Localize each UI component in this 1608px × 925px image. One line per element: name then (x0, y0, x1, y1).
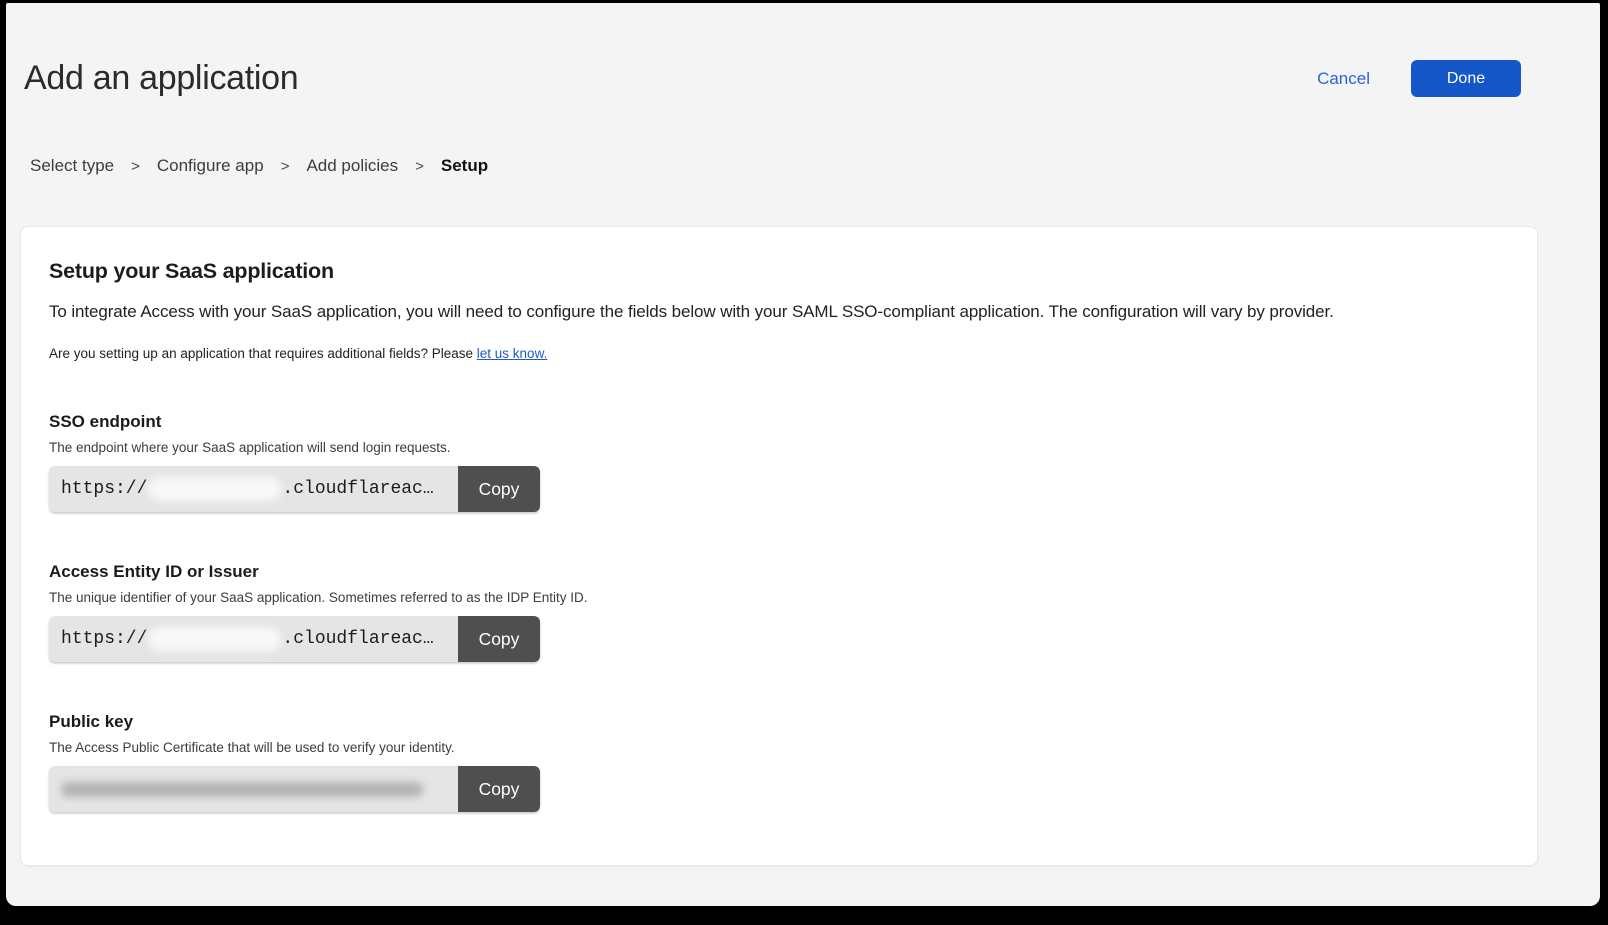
copy-button[interactable]: Copy (458, 466, 540, 512)
field-value-group: https:// .cloudflareac… Copy (49, 466, 540, 512)
field-value-group: Copy (49, 766, 540, 812)
value-prefix: https:// (61, 479, 147, 499)
field-label: SSO endpoint (49, 412, 1507, 432)
field-access-entity-id: Access Entity ID or Issuer The unique id… (49, 562, 1507, 662)
value-suffix: .cloudflareac… (282, 629, 433, 649)
field-label: Public key (49, 712, 1507, 732)
done-button[interactable]: Done (1411, 60, 1521, 97)
note-prefix: Are you setting up an application that r… (49, 346, 477, 361)
field-description: The endpoint where your SaaS application… (49, 440, 1507, 455)
breadcrumb-separator: > (415, 158, 424, 175)
setup-card: Setup your SaaS application To integrate… (20, 226, 1538, 866)
copy-button[interactable]: Copy (458, 616, 540, 662)
breadcrumb-item-select-type[interactable]: Select type (30, 156, 114, 176)
value-prefix: https:// (61, 629, 147, 649)
breadcrumb: Select type > Configure app > Add polici… (30, 156, 1600, 176)
field-value-group: https:// .cloudflareac… Copy (49, 616, 540, 662)
field-description: The unique identifier of your SaaS appli… (49, 590, 1507, 605)
header-actions: Cancel Done (1317, 60, 1521, 97)
breadcrumb-item-configure-app[interactable]: Configure app (157, 156, 264, 176)
copy-button[interactable]: Copy (458, 766, 540, 812)
sso-endpoint-value[interactable]: https:// .cloudflareac… (49, 466, 458, 512)
field-sso-endpoint: SSO endpoint The endpoint where your Saa… (49, 412, 1507, 512)
cancel-button[interactable]: Cancel (1317, 69, 1370, 89)
note-text: Are you setting up an application that r… (49, 346, 1507, 361)
breadcrumb-separator: > (131, 158, 140, 175)
page-header: Add an application Cancel Done (6, 3, 1600, 98)
page-title: Add an application (24, 59, 298, 98)
public-key-value[interactable] (49, 766, 458, 812)
intro-text: To integrate Access with your SaaS appli… (49, 302, 1507, 322)
breadcrumb-item-add-policies[interactable]: Add policies (306, 156, 398, 176)
redacted-value-segment (148, 477, 281, 501)
redacted-value-full (61, 782, 423, 797)
field-public-key: Public key The Access Public Certificate… (49, 712, 1507, 812)
value-suffix: .cloudflareac… (282, 479, 433, 499)
breadcrumb-item-setup-current: Setup (441, 156, 488, 176)
redacted-value-segment (148, 627, 281, 651)
field-description: The Access Public Certificate that will … (49, 740, 1507, 755)
card-heading: Setup your SaaS application (49, 259, 1507, 284)
access-entity-id-value[interactable]: https:// .cloudflareac… (49, 616, 458, 662)
field-label: Access Entity ID or Issuer (49, 562, 1507, 582)
app-window: Add an application Cancel Done Select ty… (6, 3, 1600, 906)
breadcrumb-separator: > (281, 158, 290, 175)
let-us-know-link[interactable]: let us know. (477, 346, 548, 361)
